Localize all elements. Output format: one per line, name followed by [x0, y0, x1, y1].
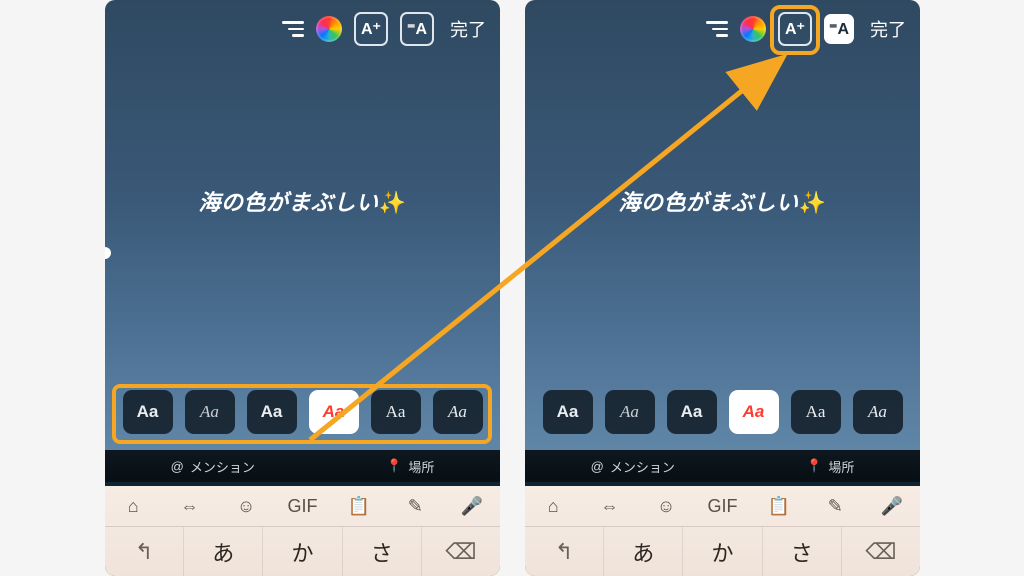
kb-tool-clipboard-icon[interactable]: 📋 [751, 496, 807, 517]
story-text[interactable]: 海の色がまぶしい✨ [525, 185, 920, 217]
font-option-4[interactable]: Aa [371, 390, 421, 434]
location-label: 場所 [408, 457, 434, 476]
tag-bar: @ メンション 📍 場所 [105, 450, 500, 482]
font-option-2[interactable]: Aa [667, 390, 717, 434]
key-a[interactable]: あ [604, 527, 683, 576]
key-undo[interactable]: ↰ [105, 527, 184, 576]
font-option-3-selected[interactable]: Aa [309, 390, 359, 434]
soft-keyboard: ⌂ ⇔ ☺ GIF 📋 ✎ 🎤 ↰ あ か さ ⌫ [105, 486, 500, 576]
story-text-content: 海の色がまぶしい [619, 190, 799, 215]
color-wheel-icon[interactable] [316, 16, 342, 42]
key-sa[interactable]: さ [763, 527, 842, 576]
text-effects-button[interactable]: A⁺ [778, 12, 812, 46]
key-backspace[interactable]: ⌫ [842, 527, 920, 576]
keyboard-toolbar: ⌂ ⇔ ☺ GIF 📋 ✎ 🎤 [525, 486, 920, 526]
phone-screenshot-right: A⁺ ⁼A 完了 海の色がまぶしい✨ Aa Aa Aa Aa Aa Aa @ メ… [525, 0, 920, 576]
font-option-5[interactable]: Aa [853, 390, 903, 434]
text-editor-toolbar: A⁺ ⁼A 完了 [282, 12, 490, 46]
location-label: 場所 [828, 457, 854, 476]
kb-tool-mic-icon[interactable]: 🎤 [864, 496, 920, 517]
kb-tool-resize-icon[interactable]: ⇔ [581, 496, 637, 517]
kb-tool-gif-button[interactable]: GIF [694, 496, 750, 517]
key-ka[interactable]: か [683, 527, 762, 576]
text-background-button[interactable]: ⁼A [400, 12, 434, 46]
key-undo[interactable]: ↰ [525, 527, 604, 576]
font-option-4[interactable]: Aa [791, 390, 841, 434]
phone-screenshot-left: A⁺ ⁼A 完了 海の色がまぶしい✨ Aa Aa Aa Aa Aa Aa @ メ… [105, 0, 500, 576]
font-option-0[interactable]: Aa [543, 390, 593, 434]
keyboard-toolbar: ⌂ ⇔ ☺ GIF 📋 ✎ 🎤 [105, 486, 500, 526]
at-icon: @ [171, 459, 184, 474]
location-button[interactable]: 📍 場所 [386, 457, 434, 476]
mention-label: メンション [610, 457, 675, 476]
font-option-1[interactable]: Aa [605, 390, 655, 434]
kb-tool-draw-icon[interactable]: ✎ [387, 496, 443, 517]
text-effects-button[interactable]: A⁺ [354, 12, 388, 46]
font-picker-row: Aa Aa Aa Aa Aa Aa [533, 390, 912, 434]
font-option-1[interactable]: Aa [185, 390, 235, 434]
key-ka[interactable]: か [263, 527, 342, 576]
keyboard-keys-row: ↰ あ か さ ⌫ [525, 526, 920, 576]
key-a[interactable]: あ [184, 527, 263, 576]
font-picker-row: Aa Aa Aa Aa Aa Aa [113, 390, 492, 434]
done-button[interactable]: 完了 [446, 16, 490, 42]
font-option-5[interactable]: Aa [433, 390, 483, 434]
sparkles-emoji: ✨ [379, 190, 407, 215]
kb-tool-grid-icon[interactable]: ⌂ [105, 496, 161, 517]
text-background-button-active[interactable]: ⁼A [824, 14, 854, 44]
key-sa[interactable]: さ [343, 527, 422, 576]
text-editor-toolbar: A⁺ ⁼A 完了 [706, 12, 910, 46]
kb-tool-clipboard-icon[interactable]: 📋 [331, 496, 387, 517]
mention-button[interactable]: @ メンション [171, 457, 255, 476]
kb-tool-draw-icon[interactable]: ✎ [807, 496, 863, 517]
font-option-2[interactable]: Aa [247, 390, 297, 434]
color-wheel-icon[interactable] [740, 16, 766, 42]
align-menu-icon[interactable] [706, 21, 728, 37]
keyboard-keys-row: ↰ あ か さ ⌫ [105, 526, 500, 576]
font-option-0[interactable]: Aa [123, 390, 173, 434]
done-button[interactable]: 完了 [866, 16, 910, 42]
at-icon: @ [591, 459, 604, 474]
align-menu-icon[interactable] [282, 21, 304, 37]
story-text[interactable]: 海の色がまぶしい✨ [105, 185, 500, 217]
key-backspace[interactable]: ⌫ [422, 527, 500, 576]
soft-keyboard: ⌂ ⇔ ☺ GIF 📋 ✎ 🎤 ↰ あ か さ ⌫ [525, 486, 920, 576]
font-option-3-selected[interactable]: Aa [729, 390, 779, 434]
tag-bar: @ メンション 📍 場所 [525, 450, 920, 482]
kb-tool-resize-icon[interactable]: ⇔ [161, 496, 217, 517]
location-button[interactable]: 📍 場所 [806, 457, 854, 476]
kb-tool-sticker-icon[interactable]: ☺ [218, 496, 274, 517]
pin-icon: 📍 [386, 458, 402, 474]
mention-button[interactable]: @ メンション [591, 457, 675, 476]
kb-tool-sticker-icon[interactable]: ☺ [638, 496, 694, 517]
pin-icon: 📍 [806, 458, 822, 474]
kb-tool-grid-icon[interactable]: ⌂ [525, 496, 581, 517]
sparkles-emoji: ✨ [799, 190, 827, 215]
story-text-content: 海の色がまぶしい [199, 190, 379, 215]
kb-tool-mic-icon[interactable]: 🎤 [444, 496, 500, 517]
kb-tool-gif-button[interactable]: GIF [274, 496, 330, 517]
mention-label: メンション [190, 457, 255, 476]
